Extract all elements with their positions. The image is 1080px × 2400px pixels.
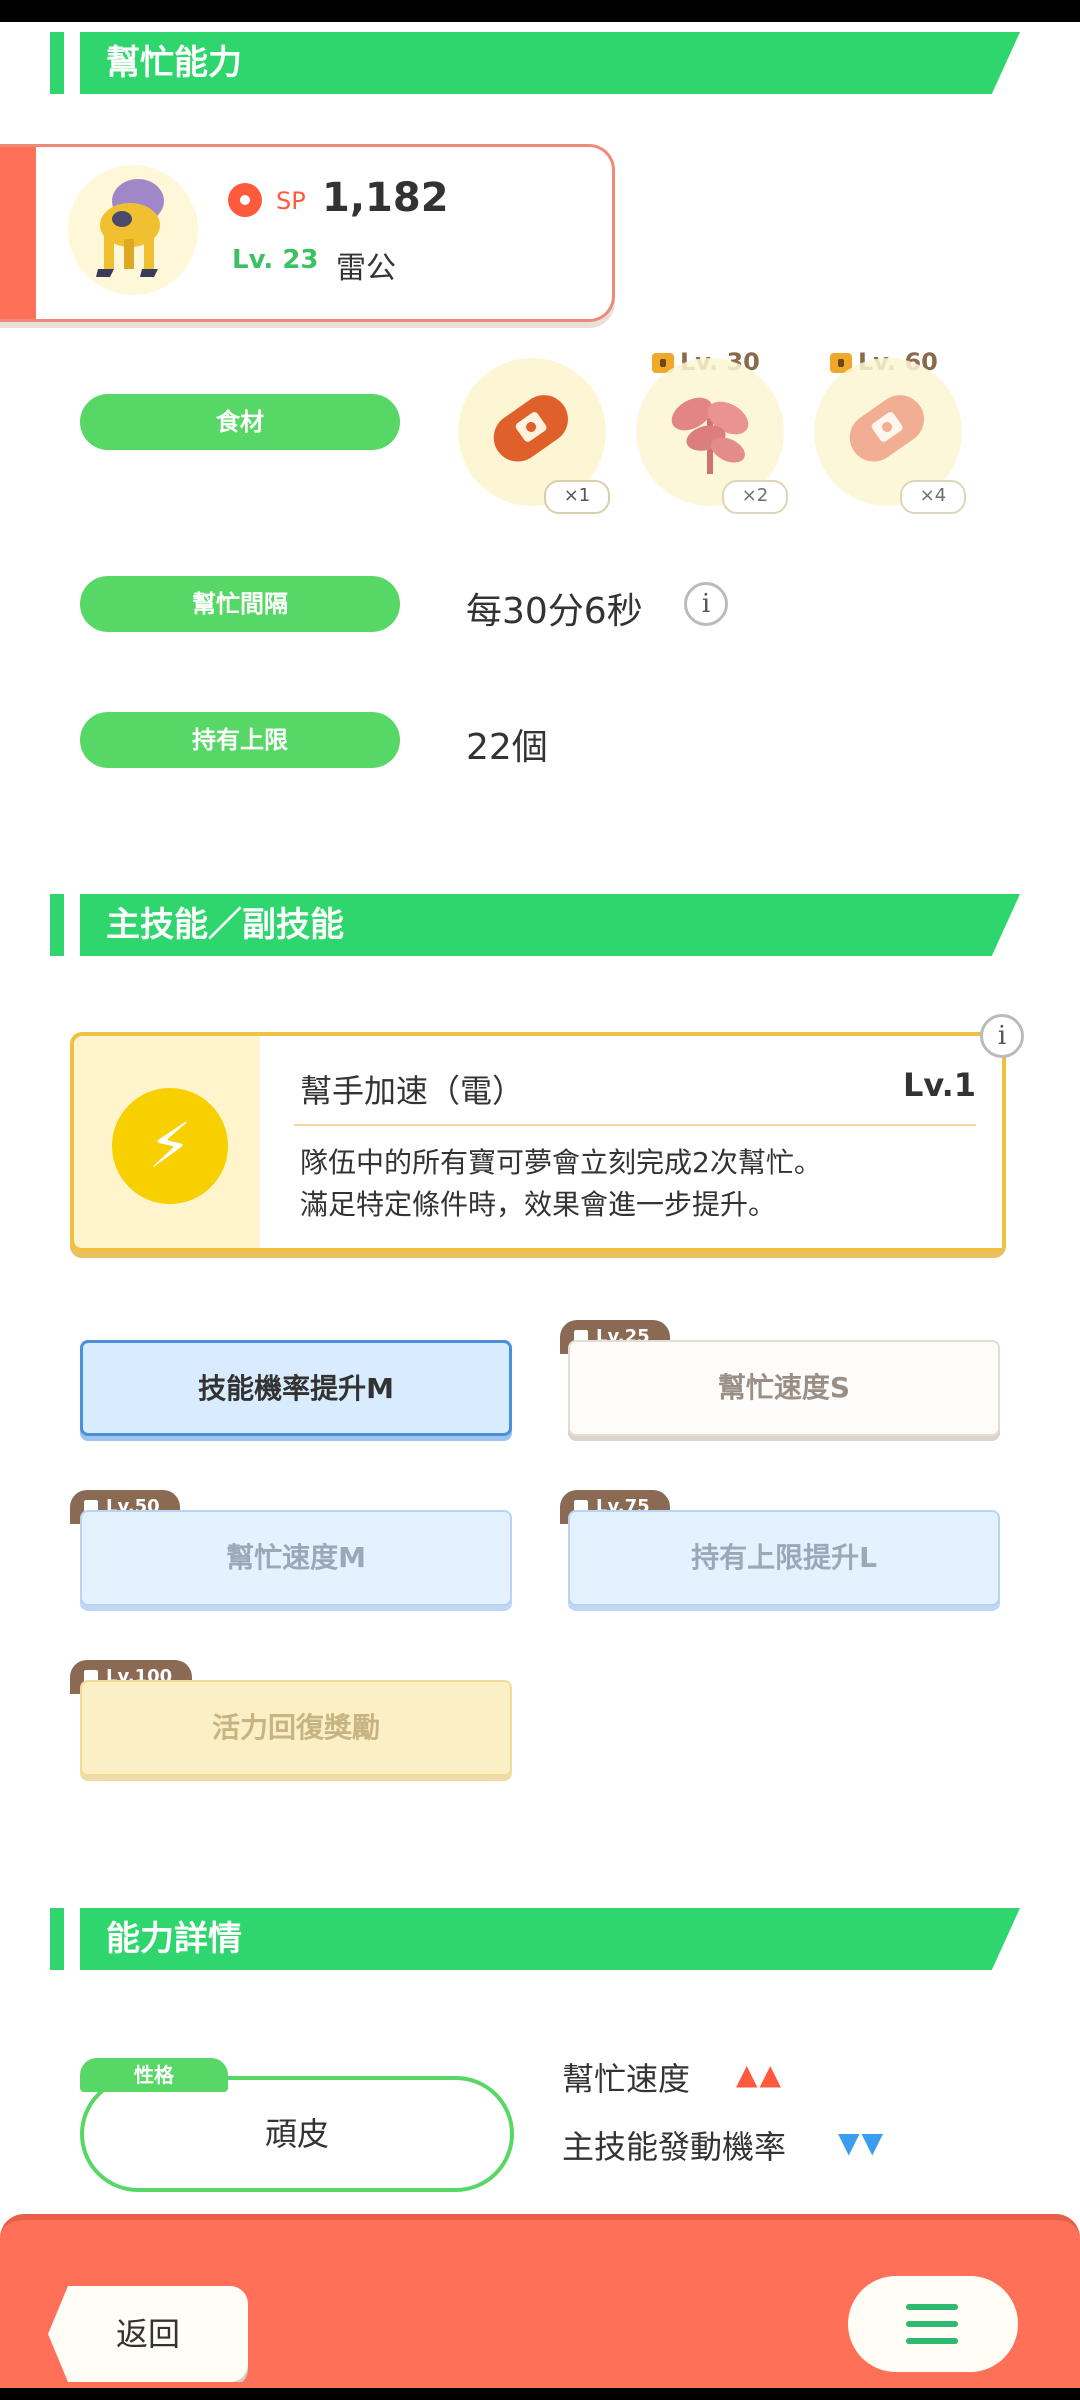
main-skill-description: 隊伍中的所有寶可夢會立刻完成2次幫忙。 滿足特定條件時，效果會進一步提升。 [300, 1146, 822, 1221]
sp-icon [228, 183, 262, 217]
screen: 幫忙能力 SP 1,182 Lv. 23 雷公 食材 ×1 ×2 ×4 幫忙間隔… [0, 22, 1080, 2388]
ingredient-slot-2[interactable]: ×2 [636, 358, 788, 514]
main-skill-level: Lv.1 [902, 1066, 976, 1104]
ingredient-slot-1[interactable]: ×1 [458, 358, 610, 514]
ingredient-slot-3[interactable]: ×4 [814, 358, 966, 514]
ingredient-quantity: ×1 [544, 480, 610, 514]
section-title: 能力詳情 [106, 1919, 242, 1959]
sub-skill-1[interactable]: 技能機率提升M [80, 1340, 512, 1436]
info-icon[interactable]: i [684, 582, 728, 626]
help-interval-label: 幫忙間隔 [80, 576, 400, 632]
section-header-skills: 主技能／副技能 [50, 894, 1020, 956]
pokemon-avatar [68, 165, 198, 295]
section-header-details: 能力詳情 [50, 1908, 1020, 1970]
back-button[interactable]: 返回 [48, 2286, 248, 2382]
main-skill-card[interactable]: ⚡ 幫手加速（電） Lv.1 隊伍中的所有寶可夢會立刻完成2次幫忙。 滿足特定條… [70, 1032, 1006, 1252]
card-stripe [0, 147, 36, 319]
up-arrows-icon: ▲▲ [736, 2058, 784, 2091]
lightning-bolt-icon: ⚡ [112, 1088, 228, 1204]
nature-tag: 性格 [80, 2058, 228, 2092]
section-header-help-ability: 幫忙能力 [50, 32, 1020, 94]
down-arrows-icon: ▼▼ [838, 2126, 886, 2159]
ingredient-quantity: ×4 [900, 480, 966, 514]
divider [294, 1124, 976, 1126]
sub-skill-3[interactable]: 幫忙速度M [80, 1510, 512, 1606]
bottom-bar: 返回 [0, 2214, 1080, 2388]
menu-button[interactable] [848, 2276, 1018, 2372]
sp-value: 1,182 [322, 175, 449, 221]
section-title: 幫忙能力 [106, 43, 242, 83]
ingredient-quantity: ×2 [722, 480, 788, 514]
sp-label: SP [276, 187, 306, 215]
carry-limit-label: 持有上限 [80, 712, 400, 768]
nature-down-stat: 主技能發動機率 [562, 2128, 787, 2166]
sub-skill-5[interactable]: 活力回復獎勵 [80, 1680, 512, 1776]
pokemon-level: Lv. 23 [232, 245, 319, 275]
help-interval-value: 每30分6秒 [466, 591, 643, 632]
ingredients-label: 食材 [80, 394, 400, 450]
sub-skill-2[interactable]: 幫忙速度S [568, 1340, 1000, 1436]
nature-box[interactable]: 頑皮 [80, 2076, 514, 2192]
pokemon-name: 雷公 [336, 251, 396, 286]
main-skill-name: 幫手加速（電） [300, 1072, 525, 1110]
skill-info-icon[interactable]: i [980, 1014, 1024, 1058]
section-title: 主技能／副技能 [106, 905, 344, 945]
nature-up-stat: 幫忙速度 [562, 2060, 691, 2098]
carry-limit-value: 22個 [466, 727, 548, 768]
pokemon-card[interactable]: SP 1,182 Lv. 23 雷公 [0, 144, 615, 322]
sub-skill-4[interactable]: 持有上限提升L [568, 1510, 1000, 1606]
